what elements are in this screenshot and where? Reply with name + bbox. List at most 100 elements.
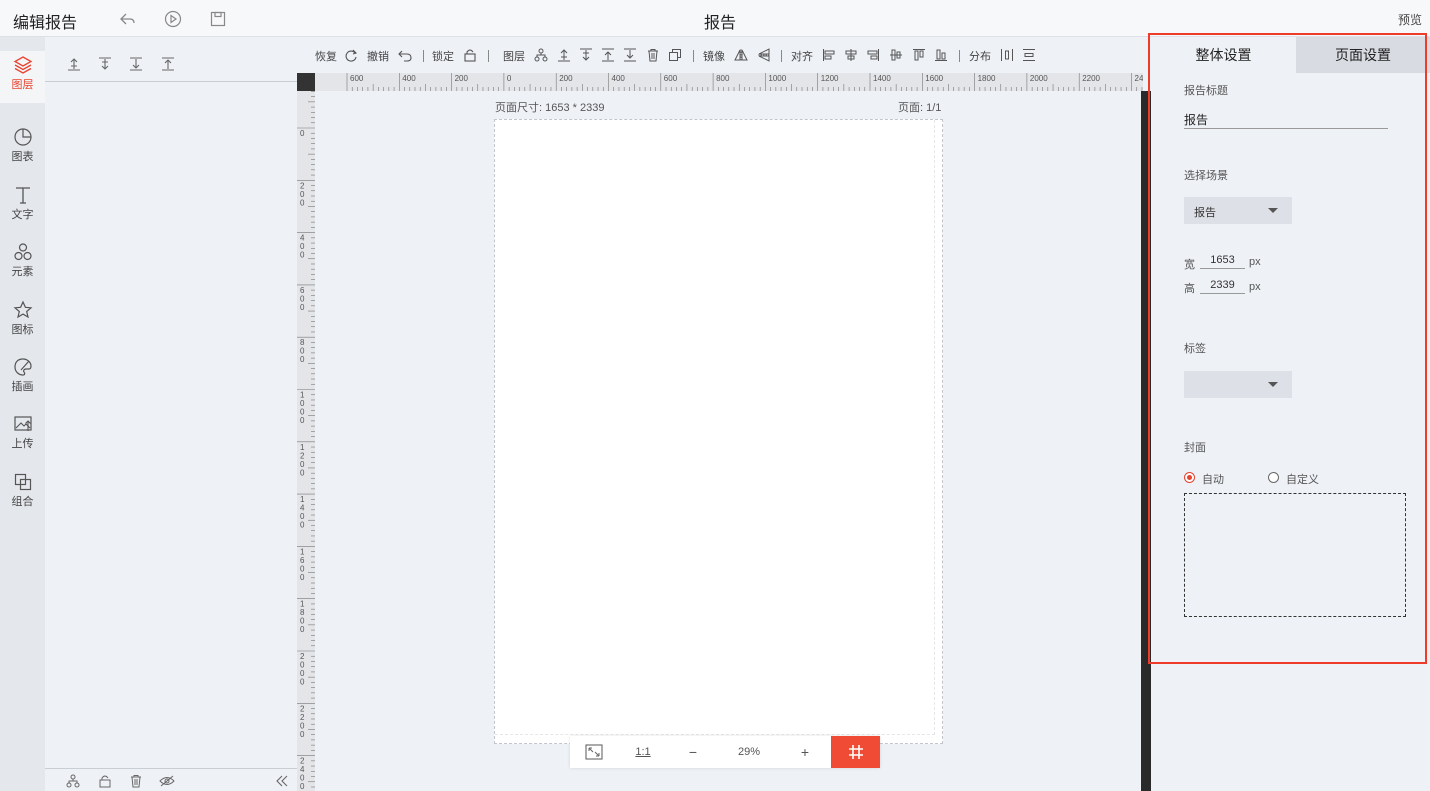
top-header: 编辑报告 报告 预览 bbox=[0, 0, 1430, 37]
report-title-input[interactable] bbox=[1184, 110, 1388, 129]
nav-item-illustration[interactable]: 插画 bbox=[0, 353, 45, 405]
collapse-panel-icon[interactable] bbox=[273, 772, 291, 790]
trash-icon[interactable] bbox=[127, 772, 145, 790]
nav-item-icons[interactable]: 图标 bbox=[0, 296, 45, 348]
trash-icon[interactable] bbox=[645, 47, 661, 63]
align-center-h-icon[interactable] bbox=[843, 47, 859, 63]
cover-custom-label[interactable]: 自定义 bbox=[1286, 471, 1319, 487]
upload-image-icon bbox=[13, 416, 32, 431]
ruler-label: 600 bbox=[350, 74, 364, 83]
elements-icon bbox=[13, 243, 32, 261]
canvas-scrollbar[interactable] bbox=[1141, 91, 1151, 791]
layers-icon bbox=[13, 56, 32, 74]
illustration-icon bbox=[13, 358, 32, 376]
cover-auto-radio[interactable] bbox=[1184, 472, 1195, 483]
settings-panel: 整体设置 页面设置 报告标题 选择场景 报告 宽 px 高 px 标签 封面 自… bbox=[1151, 37, 1430, 791]
toolbar-divider bbox=[488, 50, 489, 62]
distribute-label[interactable]: 分布 bbox=[969, 48, 991, 64]
ruler-corner bbox=[297, 73, 315, 91]
tab-global-settings[interactable]: 整体设置 bbox=[1151, 37, 1296, 73]
send-to-bottom-icon[interactable] bbox=[622, 47, 638, 63]
redo-icon[interactable] bbox=[343, 47, 359, 63]
ruler-label: 0 bbox=[300, 198, 305, 207]
nav-item-upload[interactable]: 上传 bbox=[0, 410, 45, 462]
height-unit: px bbox=[1249, 281, 1261, 293]
fit-screen-icon[interactable] bbox=[570, 736, 618, 768]
align-bring-up-icon[interactable] bbox=[64, 54, 84, 74]
ruler-label: 1800 bbox=[978, 74, 996, 83]
ruler-label: 0 bbox=[300, 521, 305, 530]
nav-item-text[interactable]: 文字 bbox=[0, 181, 45, 233]
ruler-label: 0 bbox=[300, 129, 305, 138]
save-icon[interactable] bbox=[208, 9, 228, 29]
horizontal-ruler[interactable]: 600 400 200 0 200 400 600 800 1000 1200 1400 1600 18… bbox=[315, 73, 1143, 91]
play-icon[interactable] bbox=[163, 9, 183, 29]
vertical-ruler[interactable]: 0200400600800100012001400160018002000220… bbox=[297, 91, 315, 791]
ruler-label: 0 bbox=[300, 782, 305, 791]
undo-label[interactable]: 撤销 bbox=[367, 48, 389, 64]
nav-label: 图标 bbox=[11, 324, 34, 336]
align-middle-v-icon[interactable] bbox=[888, 47, 904, 63]
nav-item-chart[interactable]: 图表 bbox=[0, 123, 45, 175]
left-nav: 图层 图表 文字 元素 图标 插画 上传 组合 bbox=[0, 37, 45, 791]
align-right-icon[interactable] bbox=[865, 47, 881, 63]
tab-page-settings[interactable]: 页面设置 bbox=[1296, 37, 1430, 73]
move-up-icon[interactable] bbox=[556, 47, 572, 63]
bring-to-top-icon[interactable] bbox=[158, 54, 178, 74]
align-top-icon[interactable] bbox=[911, 47, 927, 63]
layer-toolbar bbox=[45, 37, 297, 82]
tag-select[interactable] bbox=[1184, 371, 1292, 398]
back-icon[interactable] bbox=[118, 9, 138, 29]
report-page[interactable] bbox=[494, 119, 943, 744]
ruler-label: 2200 bbox=[1082, 74, 1100, 83]
zoom-in-button[interactable]: + bbox=[780, 736, 830, 768]
distribute-horizontal-icon[interactable] bbox=[999, 47, 1015, 63]
lock-icon[interactable] bbox=[462, 47, 478, 63]
toolbar-divider bbox=[781, 50, 782, 62]
align-label[interactable]: 对齐 bbox=[791, 48, 813, 64]
move-down-icon[interactable] bbox=[95, 54, 115, 74]
copy-icon[interactable] bbox=[667, 47, 683, 63]
ruler-label: 0 bbox=[300, 355, 305, 364]
flip-horizontal-icon[interactable] bbox=[733, 47, 749, 63]
ruler-label: 0 bbox=[300, 303, 305, 312]
hide-eye-icon[interactable] bbox=[158, 772, 176, 790]
scene-select[interactable]: 报告 bbox=[1184, 197, 1292, 224]
layer-footer bbox=[45, 768, 297, 791]
nav-label: 组合 bbox=[11, 496, 34, 508]
move-down-icon[interactable] bbox=[578, 47, 594, 63]
hierarchy-icon[interactable] bbox=[64, 772, 82, 790]
flip-vertical-icon[interactable] bbox=[756, 47, 772, 63]
mirror-label[interactable]: 镜像 bbox=[703, 48, 725, 64]
undo-icon[interactable] bbox=[397, 47, 413, 63]
width-input[interactable] bbox=[1200, 252, 1245, 269]
cover-auto-label[interactable]: 自动 bbox=[1202, 471, 1224, 487]
layer-label[interactable]: 图层 bbox=[503, 48, 525, 64]
lock-label[interactable]: 锁定 bbox=[432, 48, 454, 64]
nav-item-group[interactable]: 组合 bbox=[0, 468, 45, 520]
document-title: 报告 bbox=[703, 15, 736, 32]
nav-label: 插画 bbox=[11, 381, 34, 393]
nav-item-elements[interactable]: 元素 bbox=[0, 238, 45, 290]
page-size-label: 页面尺寸: 1653 * 2339 bbox=[495, 102, 605, 114]
distribute-vertical-icon[interactable] bbox=[1021, 47, 1037, 63]
bring-to-top-icon[interactable] bbox=[600, 47, 616, 63]
toolbar-divider bbox=[423, 50, 424, 62]
zoom-out-button[interactable]: − bbox=[668, 736, 718, 768]
lock-icon[interactable] bbox=[96, 772, 114, 790]
send-to-bottom-icon[interactable] bbox=[126, 54, 146, 74]
ruler-label: 0 bbox=[300, 468, 305, 477]
grid-toggle-button[interactable] bbox=[831, 736, 880, 768]
hierarchy-icon[interactable] bbox=[533, 47, 549, 63]
nav-item-layers[interactable]: 图层 bbox=[0, 51, 45, 103]
preview-button[interactable]: 预览 bbox=[1398, 11, 1422, 28]
cover-image-dropzone[interactable] bbox=[1184, 493, 1406, 617]
align-left-icon[interactable] bbox=[821, 47, 837, 63]
align-bottom-icon[interactable] bbox=[933, 47, 949, 63]
actual-size-button[interactable]: 1:1 bbox=[618, 736, 668, 768]
height-input[interactable] bbox=[1200, 277, 1245, 294]
restore-label[interactable]: 恢复 bbox=[315, 48, 337, 64]
toolbar-divider bbox=[959, 50, 960, 62]
ruler-label: 2000 bbox=[1030, 74, 1048, 83]
cover-custom-radio[interactable] bbox=[1268, 472, 1279, 483]
